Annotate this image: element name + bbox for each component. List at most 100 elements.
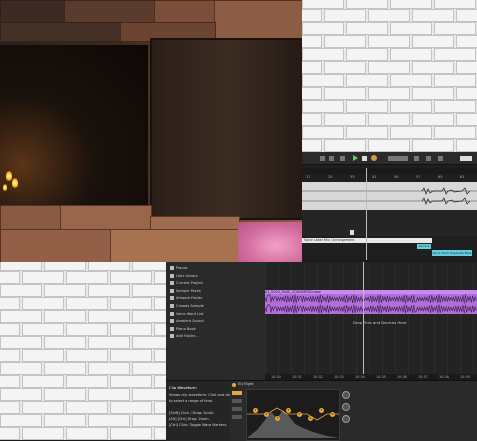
q-knob[interactable] — [342, 415, 350, 423]
bar-ruler[interactable]: 17 25 33 41 49 57 65 81 — [302, 175, 477, 181]
eq-spectrum[interactable] — [247, 390, 339, 440]
folder-icon — [170, 304, 174, 308]
wall-brick — [390, 126, 432, 139]
eq-band-marker[interactable]: 1 — [253, 408, 258, 413]
eq-band-marker[interactable]: 5 — [297, 412, 302, 417]
time-mark: 10:37 — [418, 375, 428, 379]
wall-brick — [0, 349, 20, 362]
bar-number: 25 — [328, 175, 333, 179]
eq-band-marker[interactable]: 7 — [319, 408, 324, 413]
overview-waveform-lane[interactable] — [302, 182, 477, 210]
metronome-icon[interactable] — [320, 156, 325, 161]
wall-brick — [324, 35, 366, 48]
wall-brick — [154, 401, 166, 414]
playhead-line[interactable] — [363, 262, 364, 374]
gain-knob[interactable] — [342, 403, 350, 411]
browser-item[interactable]: Sample Packs — [170, 288, 201, 295]
wall-brick — [412, 87, 454, 100]
band-toggle-button[interactable] — [232, 415, 242, 419]
browser-item-label: User Library — [176, 273, 198, 278]
browser-item[interactable]: Artwork Folder — [170, 295, 202, 302]
wall-brick — [132, 310, 166, 323]
wall-brick — [154, 271, 166, 284]
browser-item[interactable]: Add Folder... — [170, 333, 198, 340]
clip-name-bar[interactable]: Voice Label Mix / Arrangement — [302, 238, 432, 243]
wall-brick — [390, 22, 432, 35]
band-toggle-button[interactable] — [232, 399, 242, 403]
device-power-icon[interactable] — [232, 383, 236, 387]
wall-brick — [412, 61, 454, 74]
wall-brick — [22, 323, 64, 336]
wall-brick — [302, 9, 322, 22]
wall-brick — [324, 139, 366, 152]
empty-track-area[interactable] — [302, 210, 477, 236]
wall-brick — [154, 323, 166, 336]
loop-brace-marker[interactable] — [350, 230, 354, 235]
voice-tag[interactable]: Voice 2 — [417, 244, 431, 249]
grid-line — [330, 262, 331, 374]
folder-icon — [170, 319, 174, 324]
stop-icon[interactable] — [362, 156, 367, 161]
wall-brick — [412, 113, 454, 126]
wall-brick — [390, 48, 432, 61]
clip-waveform[interactable] — [265, 294, 477, 314]
browser-item[interactable]: User Library — [170, 273, 198, 280]
key-map-icon[interactable] — [426, 156, 431, 161]
folder-icon — [170, 296, 174, 301]
browser-item[interactable]: Piano Book — [170, 326, 196, 333]
play-icon[interactable] — [353, 155, 358, 161]
audio-clip[interactable]: A1_0003_FADE_CONVERTED.wav — [265, 290, 477, 314]
eq-display[interactable]: 1 2 3 4 5 6 7 8 — [246, 389, 340, 441]
wall-brick — [302, 87, 322, 100]
wall-brick — [0, 427, 20, 440]
wall-brick — [154, 375, 166, 388]
cpu-meter — [460, 156, 472, 161]
wall-brick — [22, 271, 64, 284]
grid-line — [317, 262, 318, 374]
eq-band-marker[interactable]: 6 — [308, 416, 313, 421]
loop-icon[interactable] — [329, 156, 334, 161]
info-text: [Shift] Click / Drag: Scroll. — [169, 411, 215, 415]
eq-band-marker[interactable]: 4 — [286, 408, 291, 413]
wall-brick — [132, 388, 166, 401]
info-title: Clip Waveform — [169, 385, 197, 390]
playhead[interactable] — [366, 168, 367, 260]
bar-number: 65 — [438, 175, 443, 179]
arrangement-view[interactable]: A1_0003_FADE_CONVERTED.wav Drop Files an… — [265, 262, 477, 380]
freq-knob[interactable] — [342, 391, 350, 399]
time-mark: 10:36 — [397, 375, 407, 379]
browser-item[interactable]: Voice Word List — [170, 311, 203, 318]
wall-brick — [110, 427, 152, 440]
band-toggle-button[interactable] — [232, 407, 242, 411]
device-title: EQ Eight — [238, 382, 254, 386]
wall-brick — [66, 323, 108, 336]
wall-brick — [368, 113, 410, 126]
position-display[interactable] — [388, 156, 408, 161]
wall-brick — [456, 35, 477, 48]
wall-brick — [44, 388, 86, 401]
wall-brick — [44, 336, 86, 349]
folder-icon — [170, 334, 174, 339]
folder-icon — [170, 281, 174, 286]
voice-track-tag[interactable]: Voice Track Seperate Bars — [432, 250, 472, 256]
back-icon[interactable] — [340, 156, 345, 161]
draw-mode-icon[interactable] — [414, 156, 419, 161]
browser-item[interactable]: Places — [170, 265, 187, 272]
browser-item-label: Piano Book — [176, 326, 196, 331]
wall-brick — [0, 262, 42, 271]
record-icon[interactable] — [371, 155, 377, 161]
browser-item[interactable]: Current Project — [170, 280, 203, 287]
overview-bar[interactable] — [302, 168, 477, 174]
midi-map-icon[interactable] — [438, 156, 443, 161]
eq-band-marker[interactable]: 8 — [330, 412, 335, 417]
wall-brick — [456, 113, 477, 126]
eq-band-marker[interactable]: 3 — [275, 416, 280, 421]
browser-item[interactable]: Ambient Sound — [170, 318, 204, 325]
browser-item[interactable]: Crowds Sample — [170, 303, 204, 310]
wall-brick — [0, 310, 42, 323]
eq-band-marker[interactable]: 2 — [264, 412, 269, 417]
band-toggle-button[interactable] — [232, 391, 242, 395]
wall-brick — [456, 61, 477, 74]
browser-item-label: Crowds Sample — [176, 304, 204, 308]
wall-brick — [434, 0, 476, 9]
